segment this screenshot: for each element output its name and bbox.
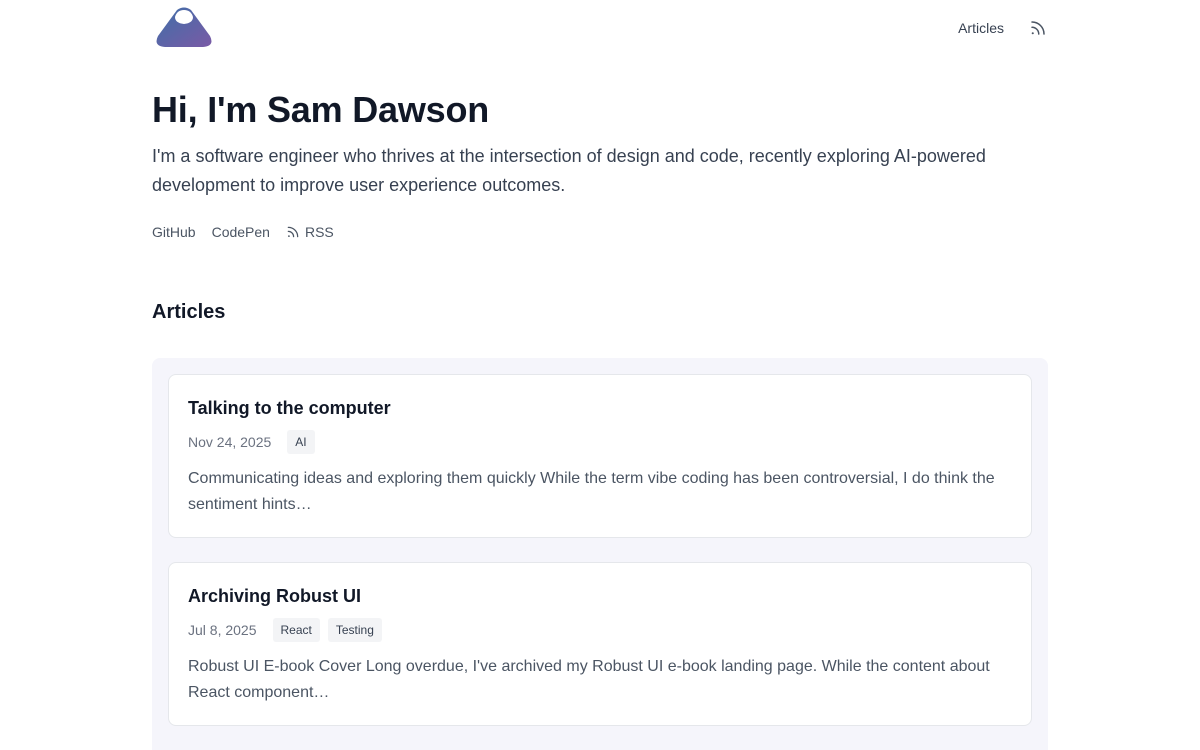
article-excerpt: Communicating ideas and exploring them q… [188, 470, 995, 513]
github-link[interactable]: GitHub [152, 222, 196, 242]
rss-link[interactable]: RSS [286, 222, 334, 242]
rss-link-label: RSS [304, 224, 334, 240]
hero-bio: I'm a software engineer who thrives at t… [152, 146, 986, 195]
article-tag[interactable]: React [272, 618, 320, 642]
rss-icon[interactable] [1028, 18, 1048, 38]
rss-icon [287, 226, 299, 238]
article-date: Jul 8, 2025 [188, 622, 257, 638]
social-links: GitHub CodePen RSS [152, 222, 350, 242]
codepen-link[interactable]: CodePen [212, 222, 270, 242]
page-title: Hi, I'm Sam Dawson [152, 89, 490, 130]
mountain-logo-icon[interactable] [155, 6, 213, 50]
article-card[interactable]: Talking to the computer Nov 24, 2025 AI … [168, 374, 1032, 538]
article-title[interactable]: Archiving Robust UI [188, 585, 361, 607]
main-nav: Articles [958, 17, 1048, 39]
nav-link-articles[interactable]: Articles [958, 17, 1004, 39]
article-tag[interactable]: Testing [327, 618, 382, 642]
section-title-articles: Articles [152, 301, 226, 323]
site-header: Articles [152, 0, 1048, 56]
article-tag[interactable]: AI [287, 430, 315, 454]
article-date: Nov 24, 2025 [188, 434, 272, 450]
article-meta: Nov 24, 2025 AI [188, 430, 323, 454]
article-meta: Jul 8, 2025 React Testing [188, 618, 390, 642]
page-container: Articles Hi, I'm Sam Dawson I'm a softwa… [152, 0, 1048, 750]
articles-list: Talking to the computer Nov 24, 2025 AI … [152, 358, 1048, 750]
article-card[interactable]: Archiving Robust UI Jul 8, 2025 React Te… [168, 562, 1032, 726]
article-title[interactable]: Talking to the computer [188, 397, 391, 419]
article-excerpt: Robust UI E-book Cover Long overdue, I'v… [188, 658, 990, 701]
